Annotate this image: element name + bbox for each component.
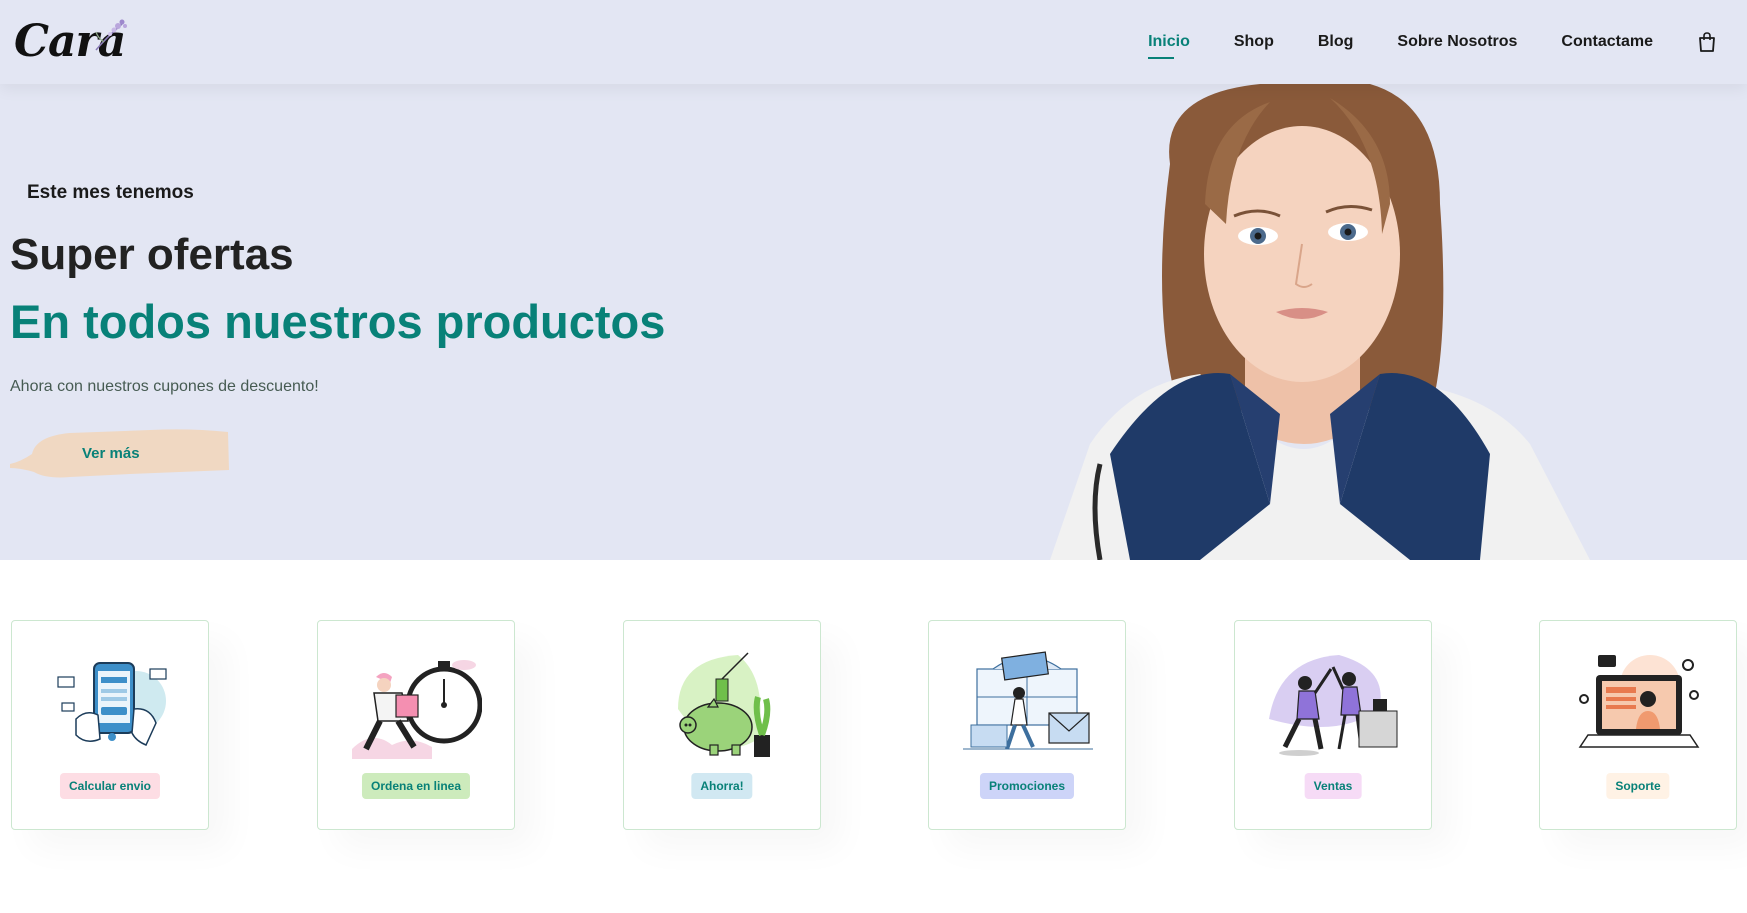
hero-title-highlight: En todos nuestros productos	[10, 295, 666, 348]
main-nav: Inicio Shop Blog Sobre Nosotros Contacta…	[1148, 0, 1747, 84]
hero-title: Super ofertas	[10, 230, 294, 279]
nav-item-shop[interactable]: Shop	[1234, 33, 1274, 51]
gift-mail-icon	[963, 651, 1093, 750]
nav-item-contactame[interactable]: Contactame	[1561, 33, 1653, 51]
feature-label-ventas: Ventas	[1304, 773, 1362, 799]
delivery-clock-icon	[352, 660, 482, 759]
feature-label-ahorra: Ahorra!	[691, 773, 753, 799]
feature-label-promociones: Promociones	[979, 773, 1075, 799]
celebration-icon	[1269, 655, 1398, 756]
logo[interactable]: Cara	[14, 14, 127, 70]
feature-card-ventas[interactable]: Ventas	[1234, 620, 1432, 830]
site-header: Cara Inicio Shop Blog Sobre Nosotros Con…	[0, 0, 1747, 84]
hero-text: Ahora con nuestros cupones de descuento!	[10, 378, 319, 395]
nav-item-inicio[interactable]: Inicio	[1148, 33, 1190, 59]
ver-mas-label: Ver más	[82, 445, 140, 462]
support-laptop-icon	[1578, 655, 1700, 748]
piggy-bank-icon	[678, 652, 771, 757]
feature-card-calcular-envio[interactable]: Calcular envio	[11, 620, 209, 830]
nav-item-sobre-nosotros[interactable]: Sobre Nosotros	[1397, 33, 1517, 51]
feature-label-calcular-envio: Calcular envio	[59, 773, 161, 799]
shopping-bag-icon[interactable]	[1697, 31, 1717, 53]
feature-label-soporte: Soporte	[1606, 773, 1670, 799]
feature-card-ordena-en-linea[interactable]: Ordena en linea	[317, 620, 515, 830]
ver-mas-button[interactable]: Ver más	[10, 424, 230, 484]
nav-item-blog[interactable]: Blog	[1318, 33, 1354, 51]
features-section: Calcular envio Ordena en linea Ahorra! P…	[0, 620, 1747, 830]
lavender-sprig-icon	[95, 19, 127, 51]
feature-card-ahorra[interactable]: Ahorra!	[623, 620, 821, 830]
hero-subtitle: Este mes tenemos	[27, 182, 194, 203]
feature-card-promociones[interactable]: Promociones	[928, 620, 1126, 830]
mobile-payment-icon	[57, 662, 167, 746]
feature-label-ordena-en-linea: Ordena en linea	[361, 773, 471, 799]
hero-model-image	[1050, 84, 1590, 560]
hero-section: Este mes tenemos Super ofertas En todos …	[0, 84, 1747, 560]
feature-card-soporte[interactable]: Soporte	[1539, 620, 1737, 830]
